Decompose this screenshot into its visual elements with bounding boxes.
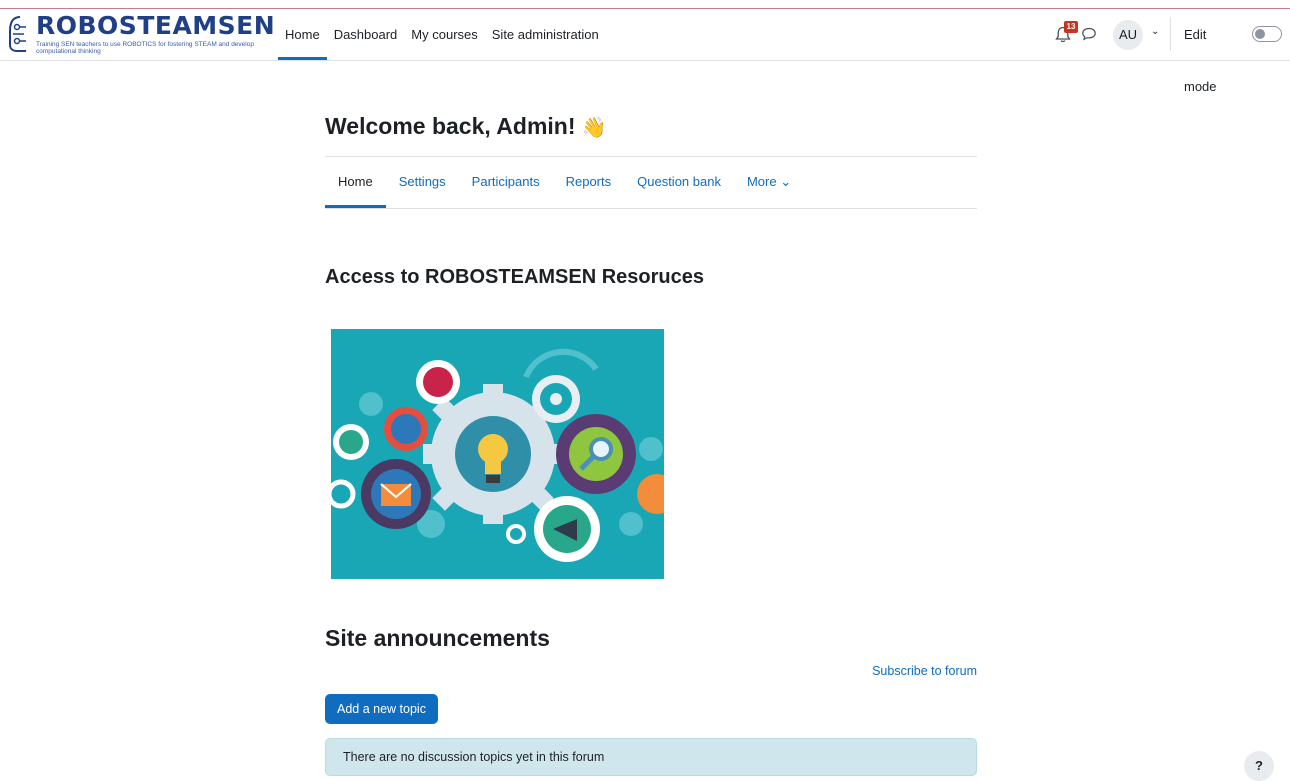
announcements-heading: Site announcements xyxy=(325,625,550,651)
resources-gears-image[interactable] xyxy=(331,329,664,579)
edit-mode-label: Edit mode xyxy=(1184,27,1217,94)
nav-home[interactable]: Home xyxy=(278,9,327,60)
robot-head-icon xyxy=(9,16,26,52)
nav-site-administration[interactable]: Site administration xyxy=(485,9,606,60)
resources-heading: Access to ROBOSTEAMSEN Resoruces xyxy=(325,266,705,288)
toggle-knob xyxy=(1255,29,1265,39)
site-logo[interactable]: ROBOSTEAMSEN Training SEN teachers to us… xyxy=(8,11,275,57)
messages-icon[interactable] xyxy=(1081,26,1097,42)
tab-settings[interactable]: Settings xyxy=(386,157,459,207)
user-avatar[interactable]: AU xyxy=(1113,20,1143,50)
tab-reports[interactable]: Reports xyxy=(553,157,625,207)
notification-count-badge: 13 xyxy=(1064,21,1078,33)
nav-my-courses[interactable]: My courses xyxy=(404,9,484,60)
chevron-down-icon[interactable]: ⌄ xyxy=(1151,26,1159,37)
subscribe-to-forum-link[interactable]: Subscribe to forum xyxy=(830,664,977,678)
logo-title: ROBOSTEAMSEN xyxy=(36,11,276,40)
primary-navigation: Home Dashboard My courses Site administr… xyxy=(278,9,606,60)
secondary-navigation: Home Settings Participants Reports Quest… xyxy=(325,156,977,209)
no-topics-alert: There are no discussion topics yet in th… xyxy=(325,738,977,776)
waving-hand-icon: 👋 xyxy=(581,117,607,139)
navbar-divider xyxy=(1170,17,1171,51)
page-title: Welcome back, Admin! 👋 xyxy=(325,113,607,140)
tab-home[interactable]: Home xyxy=(325,157,386,208)
add-new-topic-button[interactable]: Add a new topic xyxy=(325,694,438,724)
top-navbar: ROBOSTEAMSEN Training SEN teachers to us… xyxy=(0,9,1290,94)
notifications-button[interactable]: 13 xyxy=(1055,21,1078,46)
help-button[interactable]: ? xyxy=(1244,751,1274,781)
tab-question-bank[interactable]: Question bank xyxy=(624,157,734,207)
page-title-text: Welcome back, Admin! xyxy=(325,113,576,139)
nav-dashboard[interactable]: Dashboard xyxy=(327,9,405,60)
tab-more[interactable]: More ⌄ xyxy=(734,157,804,207)
edit-mode-toggle[interactable] xyxy=(1252,26,1282,42)
tab-participants[interactable]: Participants xyxy=(459,157,553,207)
logo-subtitle: Training SEN teachers to use ROBOTICS fo… xyxy=(36,41,254,55)
